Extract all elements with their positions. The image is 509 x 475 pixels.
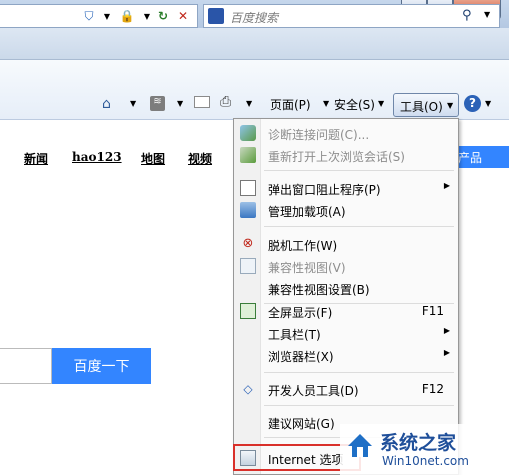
- menu-item-explorer-bars[interactable]: 浏览器栏(X) ▶: [234, 344, 458, 366]
- watermark-logo-icon: [348, 434, 372, 457]
- menu-item-fullscreen[interactable]: 全屏显示(F) F11: [234, 300, 458, 322]
- addons-icon: [240, 202, 256, 218]
- address-bar[interactable]: ⛉ ▼ 🔒 ▼ ↻ ✕: [0, 4, 198, 28]
- baidu-logo-icon: [208, 8, 224, 24]
- menu-item-work-offline[interactable]: ⊗ 脱机工作(W): [234, 233, 458, 255]
- dropdown-arrow-icon[interactable]: ▼: [98, 7, 116, 25]
- submenu-arrow-icon: ▶: [443, 326, 450, 335]
- menu-item-compat-view[interactable]: 兼容性视图(V): [234, 255, 458, 277]
- tools-menu-button[interactable]: 工具(O) ▼: [393, 93, 459, 117]
- feeds-icon[interactable]: ≋: [150, 96, 165, 111]
- menu-item-toolbars[interactable]: 工具栏(T) ▶: [234, 322, 458, 344]
- compat-view-icon: [240, 258, 256, 274]
- mail-icon[interactable]: [194, 96, 210, 108]
- nav-link-hao123[interactable]: hao123: [72, 150, 122, 164]
- watermark-title: 系统之家: [380, 432, 457, 454]
- dropdown-arrow-icon[interactable]: ▼: [177, 99, 183, 108]
- dropdown-arrow-icon: ▼: [447, 101, 454, 110]
- fullscreen-icon: [240, 303, 256, 319]
- search-input[interactable]: [0, 348, 52, 384]
- devtools-icon: ◇: [243, 382, 253, 396]
- reopen-icon: [240, 147, 256, 163]
- search-button[interactable]: 百度一下: [52, 348, 151, 384]
- home-icon[interactable]: ⌂: [102, 96, 111, 112]
- address-row: [0, 28, 509, 60]
- submenu-arrow-icon: ▶: [443, 348, 450, 357]
- refresh-icon[interactable]: ↻: [154, 7, 172, 25]
- dropdown-arrow-icon[interactable]: ▼: [484, 10, 490, 19]
- search-placeholder: 百度搜索: [230, 11, 279, 25]
- dropdown-arrow-icon[interactable]: ▼: [246, 99, 252, 108]
- menu-separator: [264, 170, 454, 171]
- safety-menu[interactable]: 安全(S): [334, 96, 375, 113]
- menu-item-popup-blocker[interactable]: 弹出窗口阻止程序(P) ▶: [234, 177, 458, 199]
- menu-item-developer-tools[interactable]: ◇ 开发人员工具(D) F12: [234, 378, 458, 400]
- watermark: 系统之家 Win10net.com: [340, 424, 509, 475]
- watermark-url: Win10net.com: [382, 454, 469, 468]
- help-icon[interactable]: ?: [464, 95, 481, 112]
- menu-item-manage-addons[interactable]: 管理加载项(A): [234, 199, 458, 221]
- diagnose-icon: [240, 125, 256, 141]
- lock-icon[interactable]: 🔒: [118, 7, 136, 25]
- menu-item-reopen-session[interactable]: 重新打开上次浏览会话(S): [234, 144, 458, 166]
- nav-link-video[interactable]: 视频: [188, 150, 212, 167]
- nav-link-map[interactable]: 地图: [141, 150, 165, 167]
- menu-item-compat-view-settings[interactable]: 兼容性视图设置(B): [234, 277, 458, 299]
- submenu-arrow-icon: ▶: [443, 181, 450, 190]
- search-icon[interactable]: ⚲: [462, 8, 472, 23]
- page-menu[interactable]: 页面(P): [270, 96, 311, 113]
- stop-icon[interactable]: ✕: [174, 7, 192, 25]
- tools-dropdown-menu: 诊断连接问题(C)... 重新打开上次浏览会话(S) 弹出窗口阻止程序(P) ▶…: [233, 118, 459, 475]
- dropdown-arrow-icon[interactable]: ▼: [378, 99, 384, 108]
- dropdown-arrow-icon[interactable]: ▼: [130, 99, 136, 108]
- nav-link-news[interactable]: 新闻: [24, 150, 48, 167]
- dropdown-arrow-icon[interactable]: ▼: [485, 99, 491, 108]
- menu-separator: [264, 372, 454, 373]
- offline-icon: ⊗: [242, 236, 254, 251]
- tools-menu-label: 工具(O): [400, 100, 443, 114]
- shield-icon[interactable]: ⛉: [80, 7, 98, 25]
- search-box[interactable]: 百度搜索 ⚲ ▼: [203, 4, 500, 28]
- products-tab[interactable]: 产品: [452, 146, 509, 168]
- print-icon[interactable]: ⎙: [220, 94, 231, 110]
- menu-item-diagnose[interactable]: 诊断连接问题(C)...: [234, 122, 458, 144]
- menu-separator: [264, 405, 454, 406]
- dropdown-arrow-icon[interactable]: ▼: [323, 99, 329, 108]
- menu-separator: [264, 226, 454, 227]
- popup-blocker-icon: [240, 180, 256, 196]
